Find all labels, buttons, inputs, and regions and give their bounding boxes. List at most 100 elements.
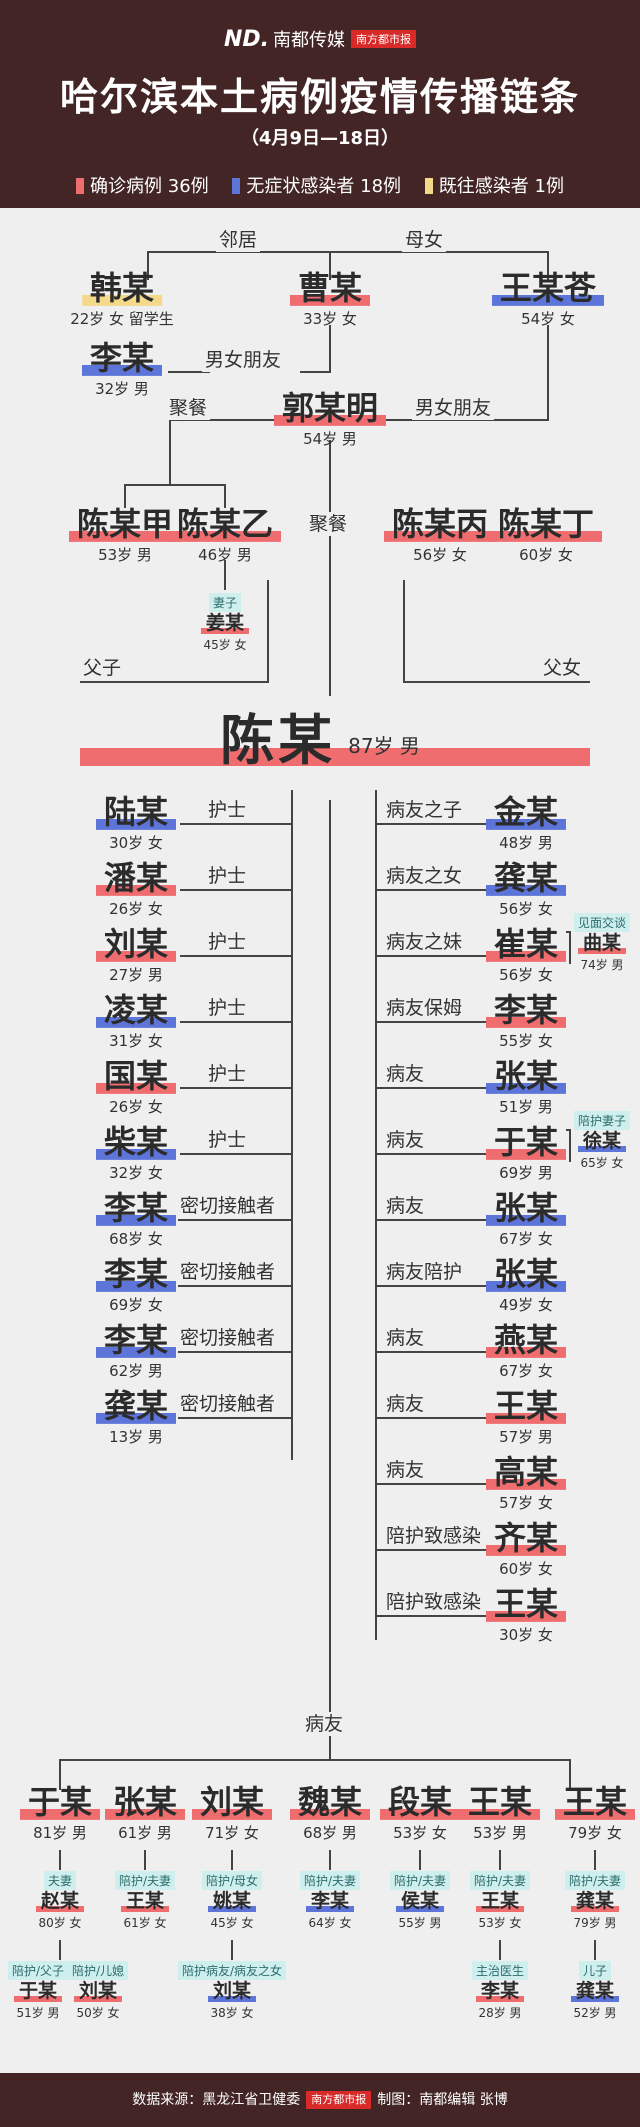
person-info: 81岁 男 [33,1823,87,1842]
newspaper-badge: 南方都市报 [306,2091,372,2109]
rel-bf-gf-1: 男女朋友 [202,348,285,372]
relation-tag: 陪护/夫妻 [564,1871,626,1890]
right-person-11: 齐某 60岁 女 [485,1521,567,1579]
right-rel-1: 病友之女 [386,865,463,887]
person-chen-a: 陈某甲 53岁 男 [68,507,182,565]
bottom-sub-5-0: 陪护/夫妻 王某 53岁 女 [469,1870,531,1931]
person-name: 高某 [485,1455,567,1490]
connector [566,1129,571,1162]
person-li-upper: 李某 32岁 男 [81,341,163,399]
person-name: 张某 [485,1257,567,1292]
person-info: 57岁 女 [499,1493,553,1512]
person-info: 56岁 女 [499,965,553,984]
person-info: 67岁 女 [499,1361,553,1380]
bottom-sub-4-0: 陪护/夫妻 侯某 55岁 男 [389,1870,451,1931]
person-name: 柴某 [95,1125,177,1160]
person-info: 67岁 女 [499,1229,553,1248]
person-name: 曲某 [577,933,627,954]
right-person-12: 王某 30岁 女 [485,1587,567,1645]
center-name: 陈某 [220,709,337,772]
relation-tag: 主治医生 [471,1961,529,1980]
center-info: 87岁 男 [348,734,420,758]
relation-tag: 儿子 [578,1961,612,1980]
bottom-person-5: 王某 53岁 男 [459,1785,541,1843]
relation-tag: 妻子 [208,593,242,612]
relation-tag: 夫妻 [43,1871,77,1890]
person-name: 陆某 [95,795,177,830]
data-source: 数据来源：黑龙江省卫健委 [132,2092,301,2108]
relation-tag: 见面交谈 [573,913,631,932]
left-person-6: 李某 68岁 女 [95,1191,177,1249]
left-rel-6: 密切接触者 [180,1195,276,1217]
rel-dinner-1: 聚餐 [166,396,211,420]
person-info: 55岁 女 [499,1031,553,1050]
person-name: 魏某 [289,1785,371,1820]
person-info: 33岁 女 [303,309,357,328]
right-person-0: 金某 48岁 男 [485,795,567,853]
person-info: 61岁 男 [118,1823,172,1842]
right-person-3: 李某 55岁 女 [485,993,567,1051]
right-person-9: 王某 57岁 男 [485,1389,567,1447]
person-info: 50岁 女 [76,2005,120,2020]
left-person-1: 潘某 26岁 女 [95,861,177,919]
relation-tag: 陪护/父子 [7,1961,69,1980]
person-name: 李某 [305,1891,355,1912]
bottom-sub-3-0: 陪护/夫妻 李某 64岁 女 [299,1870,361,1931]
right-rel-8: 病友 [386,1327,425,1349]
person-info: 71岁 女 [205,1823,259,1842]
right-rel-4: 病友 [386,1063,425,1085]
bottom-person-3: 魏某 68岁 男 [289,1785,371,1843]
person-info: 13岁 男 [109,1427,163,1446]
person-info: 53岁 男 [98,545,152,564]
person-info: 65岁 女 [580,1155,624,1170]
connector [566,931,571,964]
person-chen-c: 陈某丙 56岁 女 [383,507,497,565]
bottom-person-4: 段某 53岁 女 [379,1785,461,1843]
person-info: 53岁 男 [473,1823,527,1842]
person-name: 曹某 [289,271,371,306]
left-person-3: 凌某 31岁 女 [95,993,177,1051]
person-name: 李某 [475,1981,525,2002]
person-name: 李某 [95,1323,177,1358]
relation-tag: 陪护妻子 [573,1111,631,1130]
person-info: 60岁 女 [499,1559,553,1578]
person-name: 李某 [95,1191,177,1226]
person-info: 48岁 男 [499,833,553,852]
person-name: 段某 [379,1785,461,1820]
person-name: 张某 [485,1191,567,1226]
person-name: 龚某 [570,1981,620,2002]
person-chen-b: 陈某乙 46岁 男 [168,507,282,565]
person-info: 54岁 男 [303,429,357,448]
person-name: 刘某 [95,927,177,962]
rel-dinner-2: 聚餐 [306,512,351,536]
bottom-sub2-0-0: 陪护/父子 于某 51岁 男 [7,1960,69,2021]
person-name: 王某 [554,1785,636,1820]
rel-mother-daughter: 母女 [402,228,447,252]
relation-tag: 陪护/儿媳 [67,1961,129,1980]
person-name: 潘某 [95,861,177,896]
person-name: 李某 [81,341,163,376]
person-name: 张某 [485,1059,567,1094]
person-name: 徐某 [577,1131,627,1152]
person-name: 姚某 [207,1891,257,1912]
bottom-sub-0-0: 夫妻 赵某 80岁 女 [35,1870,85,1931]
person-info: 45岁 女 [203,637,247,652]
person-name: 王某苍 [491,271,605,306]
right-rel-7: 病友陪护 [386,1261,463,1283]
left-rel-7: 密切接触者 [180,1261,276,1283]
person-name: 韩某 [81,271,162,306]
person-info: 53岁 女 [478,1915,522,1930]
person-name: 王某 [459,1785,541,1820]
left-person-0: 陆某 30岁 女 [95,795,177,853]
person-name: 姜某 [200,613,250,634]
person-wang-cang: 王某苍 54岁 女 [491,271,605,329]
person-name: 王某 [485,1389,567,1424]
credit: 制图：南都编辑 张博 [377,2092,508,2108]
right-person-1: 龚某 56岁 女 [485,861,567,919]
person-jiang: 妻子 姜某 45岁 女 [200,592,250,653]
person-name: 李某 [485,993,567,1028]
left-rel-3: 护士 [208,997,247,1019]
person-name: 王某 [475,1891,525,1912]
bottom-person-2: 刘某 71岁 女 [191,1785,273,1843]
left-person-4: 国某 26岁 女 [95,1059,177,1117]
